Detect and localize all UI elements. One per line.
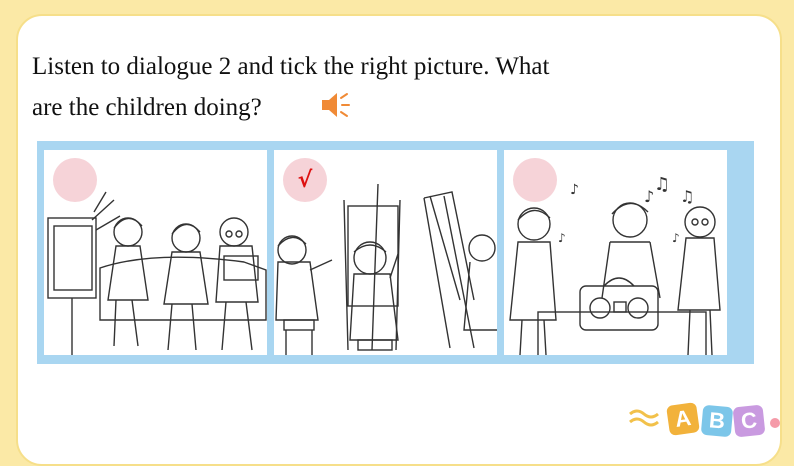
tick-circle-2[interactable]: √ — [283, 158, 327, 202]
picture-painting[interactable]: √ — [274, 150, 497, 355]
question-line-1: Listen to dialogue 2 and tick the right … — [32, 53, 550, 80]
abc-blocks-decoration: A B C — [628, 398, 794, 448]
tick-circle-1[interactable] — [53, 158, 97, 202]
dot-decoration — [770, 418, 780, 428]
question-line-2: are the children doing? — [32, 94, 262, 121]
svg-text:♫: ♫ — [654, 174, 670, 195]
block-b: B — [700, 404, 734, 438]
block-a: A — [666, 402, 700, 436]
svg-text:♪: ♪ — [570, 182, 579, 198]
tick-mark-2: √ — [297, 167, 313, 193]
block-c: C — [732, 404, 766, 438]
picture-watching-tv[interactable] — [44, 150, 267, 355]
wave-icon — [629, 409, 659, 427]
tick-circle-3[interactable] — [513, 158, 557, 202]
svg-text:♪: ♪ — [558, 231, 566, 245]
svg-text:♪: ♪ — [644, 187, 654, 206]
svg-text:♫: ♫ — [680, 187, 694, 206]
speaker-icon[interactable] — [318, 88, 352, 122]
pictures-frame: √ ♪ ♪ ♫ ♫ ♪ ♪ — [37, 141, 754, 364]
picture-singing[interactable]: ♪ ♪ ♫ ♫ ♪ ♪ — [504, 150, 727, 355]
svg-text:♪: ♪ — [672, 231, 680, 245]
